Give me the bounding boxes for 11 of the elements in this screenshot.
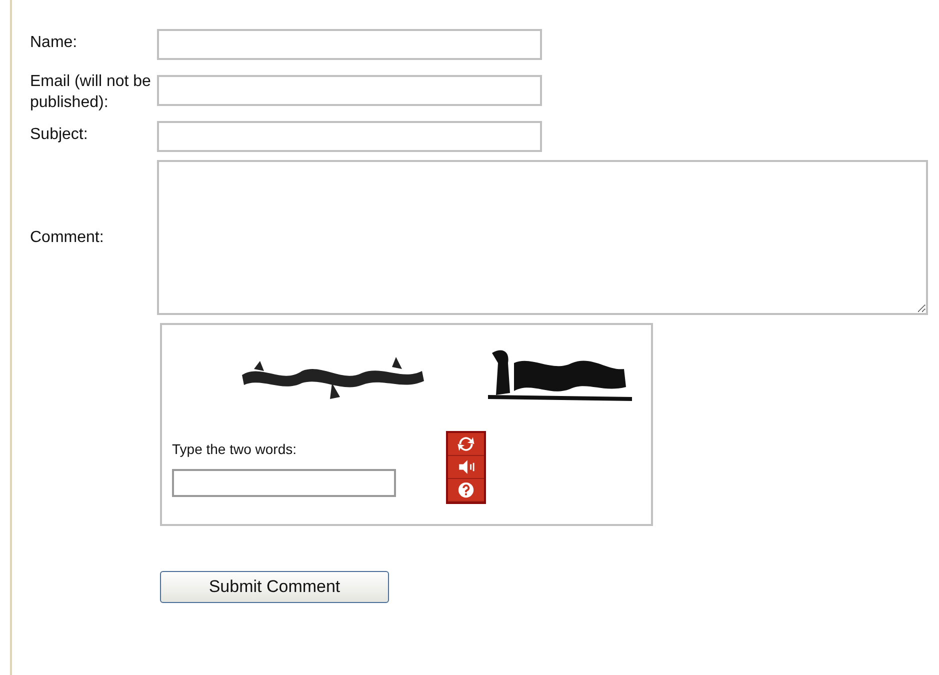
field-label: Subject: — [30, 125, 89, 145]
captcha-prompt: Type the two words: — [172, 441, 298, 457]
comment-field[interactable] — [157, 160, 928, 315]
text-field[interactable] — [157, 75, 542, 106]
text-field[interactable] — [157, 121, 542, 152]
text-field[interactable] — [157, 29, 542, 60]
captcha-field[interactable] — [172, 469, 396, 497]
field-label: Name: — [30, 33, 78, 53]
submit-button[interactable]: Submit Comment — [160, 571, 389, 603]
field-label: Comment: — [30, 228, 105, 248]
field-label: Email (will not be published): — [30, 72, 152, 113]
